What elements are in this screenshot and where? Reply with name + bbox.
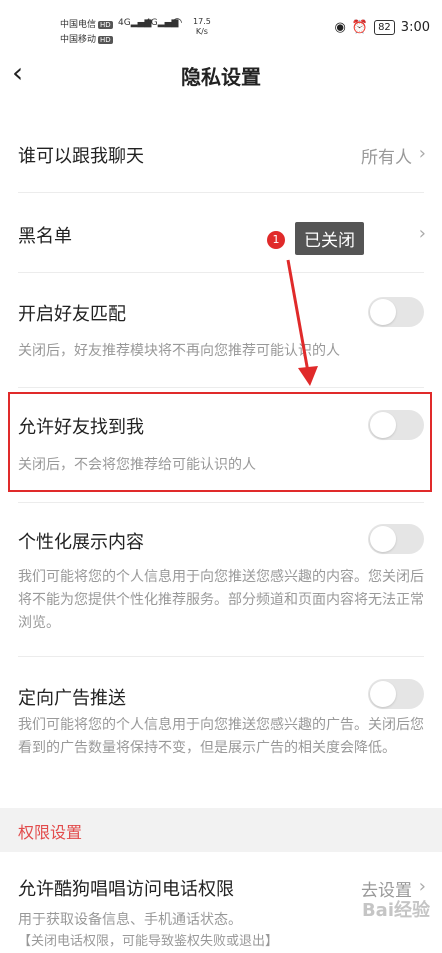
toggle-knob xyxy=(370,299,396,325)
divider xyxy=(18,656,424,657)
chevron-right-icon: › xyxy=(418,876,426,897)
permissions-section-header: 权限设置 xyxy=(0,808,442,852)
carrier-2: 中国移动 HD xyxy=(60,35,113,45)
toggle-knob xyxy=(370,681,396,707)
ads-label: 定向广告推送 xyxy=(18,688,126,709)
chat-permission-label: 谁可以跟我聊天 xyxy=(18,146,144,167)
step-number-badge: 1 xyxy=(267,231,285,249)
phone-permission-warning: 【关闭电话权限，可能导致鉴权失败或退出】 xyxy=(18,934,279,949)
toggle-knob xyxy=(370,526,396,552)
status-bar: 中国电信 HD 中国移动 HD 4G▂▄▆ 4G▂▄▆ ◠ 17.5 K/s ◉ ⏰ … xyxy=(0,0,442,48)
page-title: 隐私设置 xyxy=(181,65,261,89)
network-speed: 17.5 K/s xyxy=(193,17,211,36)
divider xyxy=(18,502,424,503)
wifi-icon: ◠ xyxy=(172,15,183,29)
baidu-watermark: Bai经验 xyxy=(361,900,430,921)
friend-match-toggle[interactable] xyxy=(368,297,424,327)
chat-permission-value: 所有人 xyxy=(361,148,412,168)
personalized-desc: 我们可能将您的个人信息用于向您推送您感兴趣的内容。您关闭后将不能为您提供个性化推… xyxy=(18,569,424,631)
battery-icon: 82 xyxy=(374,20,395,35)
divider xyxy=(18,192,424,193)
alarm-icon: ⏰ xyxy=(351,20,369,35)
carrier-1: 中国电信 HD xyxy=(60,20,113,30)
chevron-right-icon: › xyxy=(418,223,426,244)
chevron-right-icon: › xyxy=(418,143,426,164)
divider xyxy=(18,387,424,388)
divider xyxy=(18,272,424,273)
personalized-toggle[interactable] xyxy=(368,524,424,554)
ads-toggle[interactable] xyxy=(368,679,424,709)
highlight-box xyxy=(8,392,432,492)
phone-permission-label: 允许酷狗唱唱访问电话权限 xyxy=(18,879,234,900)
closed-tooltip: 已关闭 xyxy=(295,222,364,255)
clock-time: 3:00 xyxy=(400,20,430,35)
personalized-label: 个性化展示内容 xyxy=(18,532,144,553)
eye-icon: ◉ xyxy=(334,20,346,35)
nav-bar: ‹ 隐私设置 xyxy=(0,48,442,102)
blacklist-label: 黑名单 xyxy=(18,226,72,247)
friend-match-label: 开启好友匹配 xyxy=(18,304,126,325)
friend-match-desc: 关闭后，好友推荐模块将不再向您推荐可能认识的人 xyxy=(18,343,340,359)
permissions-section-title: 权限设置 xyxy=(18,823,83,842)
ads-desc: 我们可能将您的个人信息用于向您推送您感兴趣的广告。关闭后您看到的广告数量将保持不… xyxy=(18,717,424,756)
